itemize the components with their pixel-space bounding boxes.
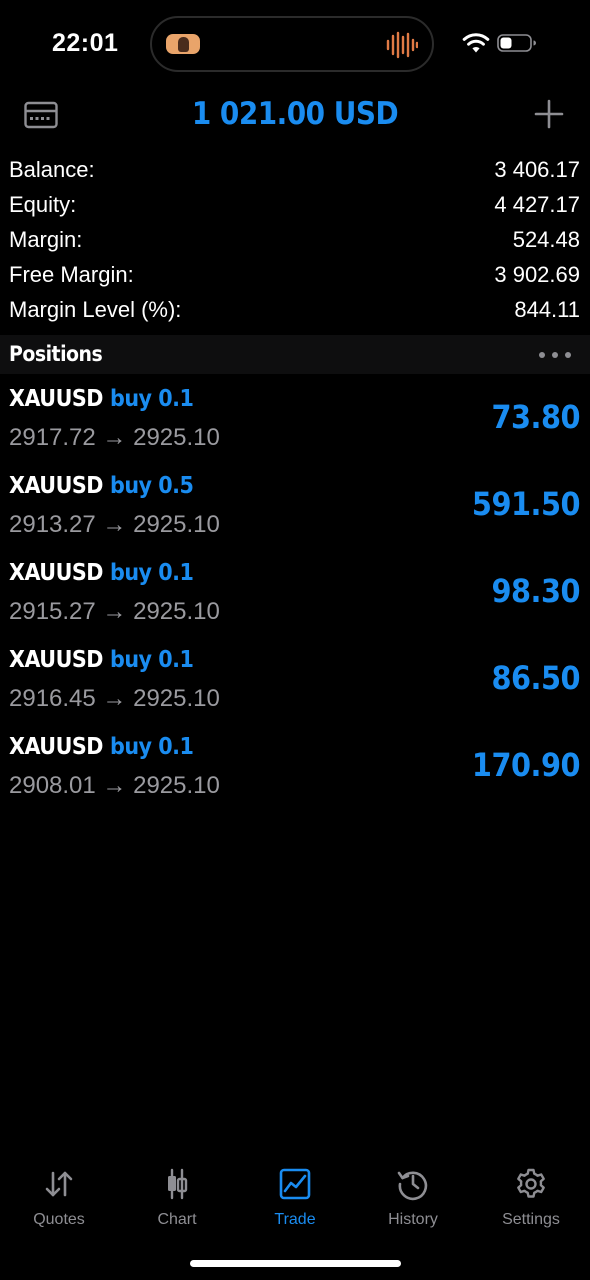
status-time: 22:01 (52, 29, 119, 57)
position-row[interactable]: XAUUSD buy 0.1 2908.01 → 2925.10 170.90 (0, 722, 590, 809)
position-profit: 591.50 (471, 485, 581, 523)
tab-label: Quotes (33, 1211, 85, 1228)
position-side: buy 0.5 (110, 473, 194, 499)
summary-value: 3 902.69 (494, 262, 580, 287)
position-profit: 170.90 (471, 746, 581, 784)
account-balance-title[interactable]: 1 021.00 USD (0, 96, 590, 132)
audio-waveform-icon (386, 31, 418, 59)
summary-row-free-margin: Free Margin: 3 902.69 (0, 258, 590, 293)
position-symbol: XAUUSD (9, 473, 103, 499)
tab-bar: Quotes Chart Trade History Settings (0, 1155, 590, 1235)
status-bar: 22:01 (0, 0, 590, 88)
position-symbol: XAUUSD (9, 560, 103, 586)
position-row[interactable]: XAUUSD buy 0.5 2913.27 → 2925.10 591.50 (0, 461, 590, 548)
more-options-icon[interactable] (538, 351, 572, 359)
summary-label: Margin: (9, 227, 83, 252)
tab-label: History (388, 1211, 438, 1228)
position-prices: 2908.01 → 2925.10 (9, 772, 220, 799)
wifi-icon (462, 33, 490, 53)
tab-label: Settings (502, 1211, 560, 1228)
app-header: 1 021.00 USD (0, 88, 590, 144)
summary-value: 844.11 (514, 297, 580, 322)
section-title: Positions (9, 342, 103, 366)
tab-history[interactable]: History (354, 1155, 472, 1235)
summary-label: Margin Level (%): (9, 297, 182, 322)
tab-label: Trade (274, 1211, 316, 1228)
battery-icon (497, 34, 536, 52)
position-row[interactable]: XAUUSD buy 0.1 2917.72 → 2925.10 73.80 (0, 374, 590, 461)
account-summary: Balance: 3 406.17 Equity: 4 427.17 Margi… (0, 153, 590, 328)
summary-value: 524.48 (512, 227, 580, 252)
dynamic-island[interactable] (150, 16, 434, 72)
position-prices: 2913.27 → 2925.10 (9, 511, 220, 538)
home-indicator[interactable] (190, 1260, 401, 1267)
tab-settings[interactable]: Settings (472, 1155, 590, 1235)
tab-trade[interactable]: Trade (236, 1155, 354, 1235)
summary-row-equity: Equity: 4 427.17 (0, 188, 590, 223)
position-row[interactable]: XAUUSD buy 0.1 2915.27 → 2925.10 98.30 (0, 548, 590, 635)
summary-label: Balance: (9, 157, 95, 182)
position-symbol: XAUUSD (9, 647, 103, 673)
summary-value: 4 427.17 (494, 192, 580, 217)
summary-row-margin-level: Margin Level (%): 844.11 (0, 293, 590, 328)
position-side: buy 0.1 (110, 386, 194, 412)
chart-icon (168, 1168, 188, 1200)
history-icon (397, 1171, 428, 1201)
summary-label: Free Margin: (9, 262, 134, 287)
positions-section-header: Positions (0, 335, 590, 374)
tab-chart[interactable]: Chart (118, 1155, 236, 1235)
position-profit: 98.30 (491, 572, 580, 610)
summary-label: Equity: (9, 192, 77, 217)
plus-icon[interactable] (533, 98, 565, 130)
summary-row-balance: Balance: 3 406.17 (0, 153, 590, 188)
position-symbol: XAUUSD (9, 386, 103, 412)
position-symbol: XAUUSD (9, 734, 103, 760)
position-prices: 2916.45 → 2925.10 (9, 685, 220, 712)
island-avatar-icon (166, 34, 200, 54)
trade-icon (279, 1168, 311, 1200)
position-side: buy 0.1 (110, 647, 194, 673)
position-side: buy 0.1 (110, 560, 194, 586)
positions-list: XAUUSD buy 0.1 2917.72 → 2925.10 73.80 X… (0, 374, 590, 809)
position-profit: 73.80 (491, 398, 580, 436)
summary-row-margin: Margin: 524.48 (0, 223, 590, 258)
position-side: buy 0.1 (110, 734, 194, 760)
tab-quotes[interactable]: Quotes (0, 1155, 118, 1235)
position-profit: 86.50 (491, 659, 580, 697)
position-prices: 2917.72 → 2925.10 (9, 424, 220, 451)
tab-label: Chart (157, 1211, 197, 1228)
settings-icon (517, 1168, 545, 1198)
position-prices: 2915.27 → 2925.10 (9, 598, 220, 625)
position-row[interactable]: XAUUSD buy 0.1 2916.45 → 2925.10 86.50 (0, 635, 590, 722)
quotes-icon (45, 1171, 73, 1197)
summary-value: 3 406.17 (494, 157, 580, 182)
